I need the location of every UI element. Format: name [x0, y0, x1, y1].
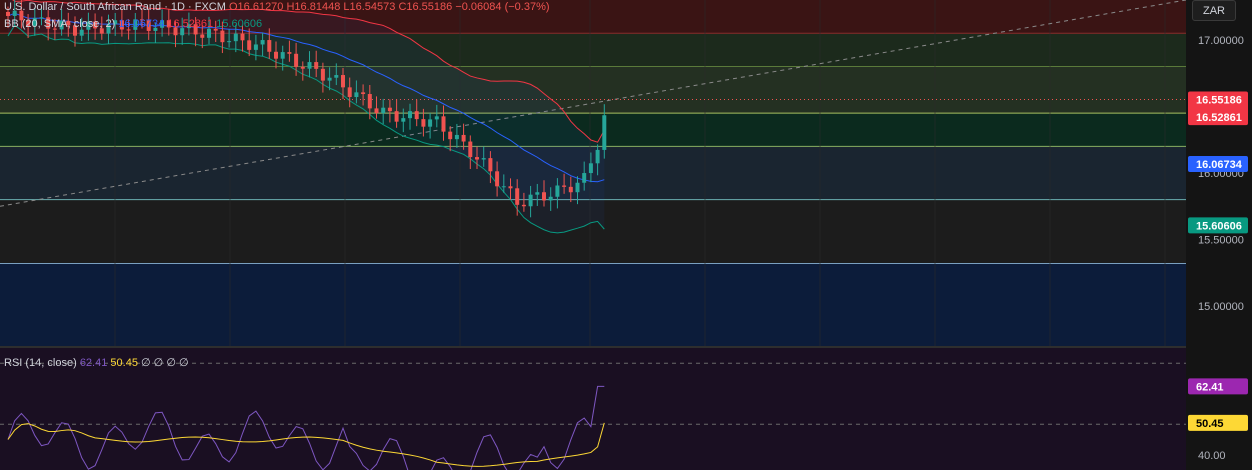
chart-canvas[interactable]: 17.0000016.0000015.5000015.0000016.55186…: [0, 0, 1252, 470]
candle-body[interactable]: [414, 111, 419, 120]
price-zone-6: [0, 263, 1186, 346]
candle-body[interactable]: [542, 192, 546, 201]
candle-body[interactable]: [220, 30, 225, 43]
rsi-sma-tag: 50.45: [1196, 418, 1224, 430]
candle-body[interactable]: [247, 40, 252, 50]
candle-body[interactable]: [575, 182, 580, 193]
candle-body[interactable]: [481, 158, 486, 160]
candle-body[interactable]: [361, 92, 366, 95]
candle-body[interactable]: [347, 87, 352, 98]
candle-body[interactable]: [562, 185, 567, 187]
bb-legend[interactable]: BB (20, SMA, close, 2) 16.06734 16.52861…: [4, 18, 262, 30]
rsi-extra-1: ∅: [141, 357, 151, 369]
price-zone-2: [0, 66, 1186, 114]
candle-body[interactable]: [568, 186, 573, 193]
candle-body[interactable]: [495, 171, 500, 187]
candle-body[interactable]: [441, 116, 446, 132]
ohlc-low: L16.54573: [343, 1, 396, 13]
candle-body[interactable]: [381, 107, 386, 114]
bb-upper-tag: 16.52861: [1196, 112, 1242, 124]
rsi-extra-2: ∅: [153, 357, 164, 369]
candle-body[interactable]: [394, 111, 399, 122]
candle-body[interactable]: [421, 119, 426, 127]
rsi-label: RSI (14, close): [4, 357, 77, 369]
candle-body[interactable]: [227, 41, 232, 43]
candle-body[interactable]: [233, 33, 238, 42]
candle-body[interactable]: [535, 192, 540, 195]
bb-upper-value: 16.52861: [167, 18, 214, 30]
candle-body[interactable]: [240, 33, 245, 41]
candle-body[interactable]: [602, 115, 607, 150]
rsi-extra-3: ∅: [166, 357, 176, 369]
candle-body[interactable]: [508, 186, 513, 189]
candle-body[interactable]: [287, 52, 292, 54]
candle-body[interactable]: [401, 118, 406, 122]
candle-body[interactable]: [300, 66, 305, 69]
candle-body[interactable]: [521, 204, 526, 207]
candle-body[interactable]: [327, 77, 332, 81]
candle-body[interactable]: [434, 116, 439, 120]
bb-lower-value: 15.60606: [216, 18, 263, 30]
candle-body[interactable]: [555, 185, 560, 197]
ohlc-change: −0.06084 (−0.37%): [455, 1, 550, 13]
rsi-value: 62.41: [79, 357, 108, 369]
candle-body[interactable]: [548, 196, 553, 201]
price-tick-label: 17.00000: [1198, 35, 1244, 47]
candle-body[interactable]: [354, 92, 359, 98]
bb-basis-tag: 16.06734: [1196, 159, 1243, 171]
candle-body[interactable]: [260, 40, 265, 45]
candle-body[interactable]: [341, 75, 345, 88]
ohlc-high: H16.81448: [286, 1, 341, 13]
candle-body[interactable]: [468, 141, 473, 158]
symbol-legend: U.S. Dollar / South African Rand · 1D · …: [4, 1, 550, 13]
candle-body[interactable]: [582, 173, 587, 183]
candle-body[interactable]: [253, 44, 258, 50]
candle-body[interactable]: [374, 108, 379, 114]
candle-body[interactable]: [588, 163, 593, 174]
candle-body[interactable]: [314, 62, 319, 69]
candle-body[interactable]: [307, 62, 312, 69]
bb-label: BB (20, SMA, close, 2): [4, 18, 116, 30]
candle-body[interactable]: [200, 34, 205, 38]
candle-body[interactable]: [274, 51, 278, 59]
candle-body[interactable]: [454, 134, 459, 140]
rsi-extra-4: ∅: [178, 357, 189, 369]
currency-selector[interactable]: ZAR: [1192, 0, 1236, 21]
candle-body[interactable]: [448, 131, 453, 140]
candle-body[interactable]: [408, 111, 412, 119]
candle-body[interactable]: [207, 28, 211, 38]
candle-body[interactable]: [528, 194, 533, 207]
candle-body[interactable]: [367, 94, 372, 109]
candle-body[interactable]: [501, 186, 506, 188]
rsi-tag: 62.41: [1196, 381, 1224, 393]
candle-body[interactable]: [475, 157, 479, 160]
candle-body[interactable]: [595, 149, 600, 164]
candle-body[interactable]: [280, 52, 285, 59]
candle-body[interactable]: [294, 53, 299, 67]
candle-body[interactable]: [320, 68, 325, 81]
candle-body[interactable]: [334, 75, 339, 78]
rsi-legend[interactable]: RSI (14, close) 62.41 50.45 ∅ ∅ ∅ ∅: [4, 356, 189, 369]
candle-body[interactable]: [79, 29, 84, 36]
candle-body[interactable]: [428, 119, 433, 127]
candle-body[interactable]: [488, 158, 493, 172]
candle-body[interactable]: [461, 134, 466, 142]
bb-lower-tag: 15.60606: [1196, 220, 1242, 232]
candle-body[interactable]: [387, 107, 392, 112]
candle-body[interactable]: [515, 188, 520, 205]
price-tick-label: 15.00000: [1198, 301, 1244, 313]
ohlc-open: O16.61270: [228, 1, 284, 13]
price-tick-label: 15.50000: [1198, 235, 1244, 247]
symbol-title: U.S. Dollar / South African Rand · 1D · …: [4, 1, 226, 13]
bb-basis-value: 16.06734: [118, 18, 165, 30]
candle-body[interactable]: [267, 40, 272, 52]
last-price-tag: 16.55186: [1196, 95, 1242, 107]
rsi-sma-value: 50.45: [110, 357, 138, 369]
ohlc-close: C16.55186: [398, 1, 453, 13]
rsi-tick-label: 40.00: [1198, 450, 1226, 462]
